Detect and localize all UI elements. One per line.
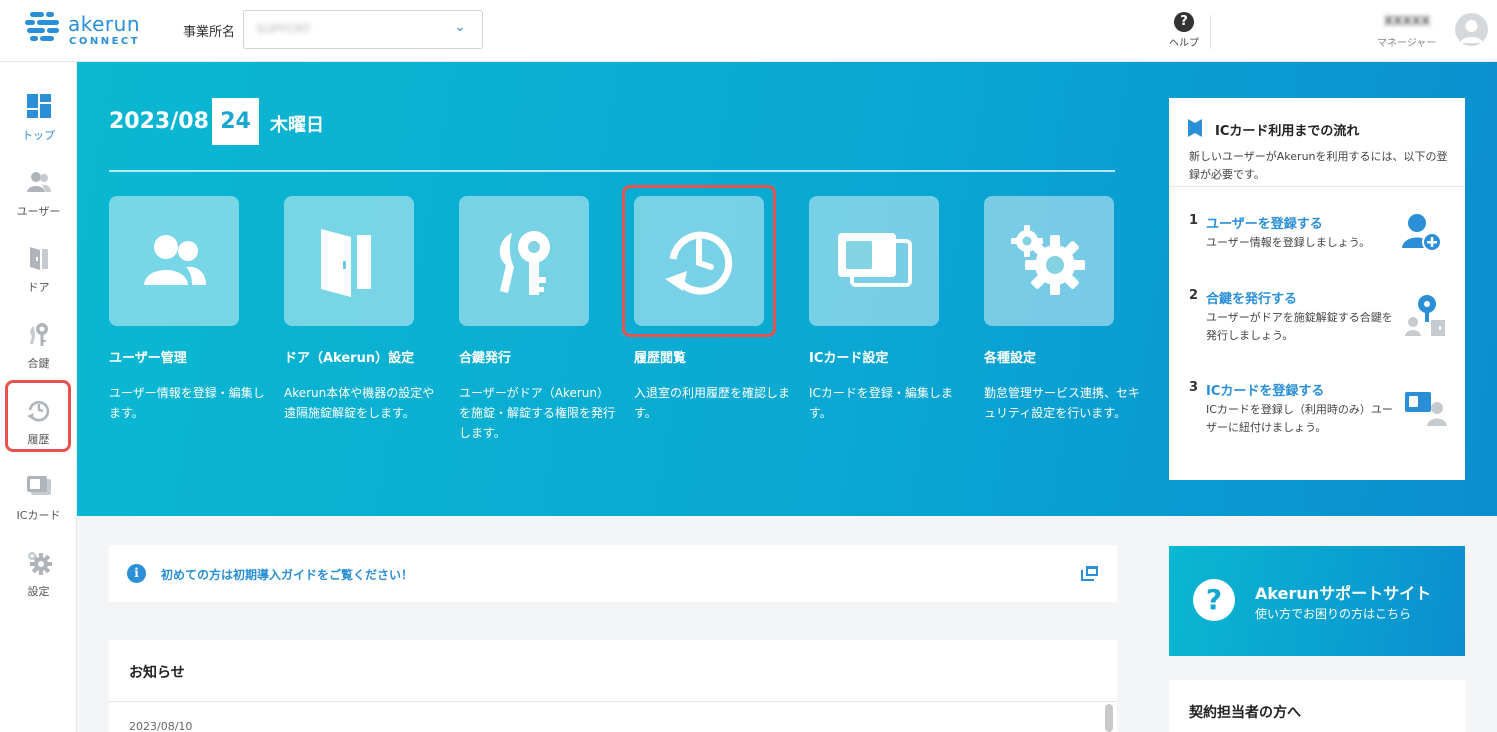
date-weekday: 木曜日 <box>270 115 324 136</box>
sidebar-item-label: ユーザー <box>16 205 61 218</box>
door-icon <box>321 229 371 297</box>
sidebar-item-label: 合鍵 <box>27 357 50 370</box>
sidebar-item-settings[interactable]: 設定 <box>0 538 77 604</box>
tile-key-issuance[interactable] <box>459 196 589 326</box>
tile-title[interactable]: 合鍵発行 <box>459 347 511 366</box>
news-item-date: 2023/08/10 <box>129 720 193 732</box>
tile-door-settings[interactable] <box>284 196 414 326</box>
flow-desc: 新しいユーザーがAkerunを利用するには、以下の登録が必要です。 <box>1189 150 1448 181</box>
dashboard-icon <box>26 94 51 118</box>
tile-settings[interactable] <box>984 196 1114 326</box>
step-number: 3 <box>1189 380 1199 395</box>
user-role: マネージャー <box>1377 38 1437 49</box>
step-desc: ICカードを登録し（利用時のみ）ユーザーに紐付けましょう。 <box>1206 403 1393 434</box>
key-icon <box>29 323 48 346</box>
tile-history-highlight <box>622 185 776 337</box>
bookmark-icon <box>1188 119 1202 137</box>
akerun-logo-mark-icon <box>25 12 59 41</box>
tile-user-management[interactable] <box>109 196 239 326</box>
tile-desc: ユーザー情報を登録・編集します。 <box>109 386 265 420</box>
flow-title: ICカード利用までの流れ <box>1215 124 1360 139</box>
sidebar-item-label: ドア <box>27 281 50 294</box>
step-number: 1 <box>1189 213 1199 228</box>
akerun-logo[interactable]: akerun CONNECT <box>24 10 154 50</box>
tile-title[interactable]: ICカード設定 <box>809 347 888 366</box>
info-icon: i <box>127 564 146 583</box>
step-link[interactable]: ユーザーを登録する <box>1206 213 1323 232</box>
users-icon <box>144 235 206 285</box>
card-user-icon <box>1405 392 1447 426</box>
tile-title[interactable]: 各種設定 <box>984 347 1036 366</box>
tile-desc: Akerun本体や機器の設定や遠隔施錠解錠をします。 <box>284 386 435 420</box>
hero-divider <box>109 170 1115 172</box>
sidebar-item-key[interactable]: 合鍵 <box>0 310 77 376</box>
key-icon <box>499 231 550 295</box>
step-desc: ユーザーがドアを施錠解錠する合鍵を発行しましょう。 <box>1206 311 1393 342</box>
step-desc: ユーザー情報を登録しましょう。 <box>1206 236 1371 249</box>
tile-title[interactable]: ドア（Akerun）設定 <box>284 347 414 366</box>
support-title: Akerunサポートサイト <box>1255 584 1432 603</box>
avatar-person-icon <box>1460 20 1483 43</box>
gear-icon <box>1011 225 1085 295</box>
gear-icon <box>27 552 52 575</box>
guide-link[interactable]: 初めての方は初期導入ガイドをご覧ください！ <box>161 566 413 583</box>
support-subtitle: 使い方でお困りの方はこちら <box>1255 607 1412 621</box>
tile-ic-card-settings[interactable] <box>809 196 939 326</box>
help-icon: ? <box>1174 12 1194 32</box>
ic-card-icon <box>26 476 51 495</box>
tile-desc: 入退室の利用履歴を確認します。 <box>634 386 791 420</box>
sidebar-item-ic-card[interactable]: ICカード <box>0 462 77 528</box>
news-scrollbar[interactable] <box>1105 704 1113 732</box>
help-label: ヘルプ <box>1169 38 1199 49</box>
ic-card-flow-panel: ICカード利用までの流れ 新しいユーザーがAkerunを利用するには、以下の登録… <box>1169 98 1465 480</box>
door-icon <box>29 247 48 270</box>
sidebar-item-label: トップ <box>22 129 55 142</box>
flow-divider <box>1169 186 1465 187</box>
sidebar-history-highlight <box>5 380 71 452</box>
logo-name: akerun <box>68 12 141 36</box>
question-icon: ? <box>1193 579 1235 621</box>
ic-card-icon <box>838 233 912 287</box>
news-panel: お知らせ 2023/08/10 <box>109 640 1117 732</box>
step-link[interactable]: 合鍵を発行する <box>1206 288 1297 307</box>
date-year-month: 2023/08 <box>109 109 209 134</box>
logo-sub: CONNECT <box>69 36 141 47</box>
sidebar-item-label: ICカード <box>16 509 61 522</box>
sidebar-item-door[interactable]: ドア <box>0 234 77 300</box>
sidebar-item-top[interactable]: トップ <box>0 82 77 148</box>
tile-desc: ユーザーがドア（Akerun）を施錠・解錠する権限を発行します。 <box>459 386 616 440</box>
contract-panel: 契約担当者の方へ <box>1169 680 1465 732</box>
user-name[interactable]: XXXXX <box>1384 14 1430 28</box>
step-link[interactable]: ICカードを登録する <box>1206 380 1324 399</box>
tile-desc: ICカードを登録・編集します。 <box>809 386 953 420</box>
top-header: akerun CONNECT 事業所名 SUPPORT ⌄ ? ヘルプ XXXX… <box>0 0 1497 62</box>
onboarding-guide-banner[interactable]: i 初めての方は初期導入ガイドをご覧ください！ <box>109 545 1117 602</box>
support-site-banner[interactable]: ? Akerunサポートサイト 使い方でお困りの方はこちら <box>1169 546 1465 656</box>
step-number: 2 <box>1189 288 1199 303</box>
key-door-icon <box>1405 295 1445 336</box>
users-icon <box>26 172 51 192</box>
office-select[interactable]: SUPPORT ⌄ <box>243 10 483 49</box>
header-divider <box>1210 15 1211 49</box>
sidebar-item-label: 設定 <box>27 585 50 598</box>
avatar[interactable] <box>1455 13 1488 46</box>
external-window-icon[interactable] <box>1081 565 1099 581</box>
sidebar-item-users[interactable]: ユーザー <box>0 158 77 224</box>
tile-title[interactable]: 履歴閲覧 <box>634 347 686 366</box>
office-label: 事業所名 <box>183 25 236 40</box>
office-select-value: SUPPORT <box>256 22 312 36</box>
chevron-down-icon: ⌄ <box>454 19 466 35</box>
tile-title[interactable]: ユーザー管理 <box>109 347 187 366</box>
help-button[interactable]: ? ヘルプ <box>1168 12 1200 49</box>
tile-desc: 勤怠管理サービス連携、セキュリティ設定を行います。 <box>984 386 1141 420</box>
news-divider <box>109 701 1117 702</box>
news-title: お知らせ <box>129 665 185 681</box>
date-day: 24 <box>212 98 259 145</box>
add-user-icon <box>1402 214 1442 252</box>
contract-title: 契約担当者の方へ <box>1189 705 1301 721</box>
